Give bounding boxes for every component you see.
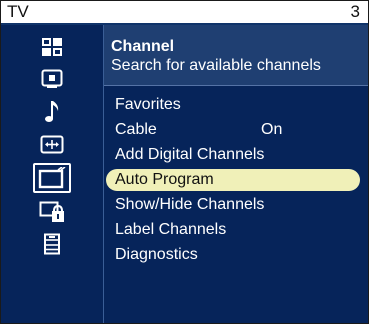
section-subtitle: Search for available channels <box>111 57 321 74</box>
channel-menu: Favorites Cable On Add Digital Channels … <box>104 92 368 267</box>
selected-box <box>33 163 71 193</box>
section-title: Channel <box>111 38 175 55</box>
menu-item-label: Cable <box>115 121 157 138</box>
sidebar-item-setup[interactable] <box>1 227 103 261</box>
menu-item-auto-program[interactable]: Auto Program <box>106 169 360 191</box>
menu-item-label: Auto Program <box>115 171 214 188</box>
top-bar: TV 3 <box>1 1 368 25</box>
sidebar <box>1 25 104 323</box>
picture-grid-icon <box>41 37 63 57</box>
menu-item-label: Show/Hide Channels <box>115 196 265 213</box>
menu-item-diagnostics[interactable]: Diagnostics <box>104 242 368 267</box>
aspect-arrows-icon <box>40 135 64 155</box>
menu-item-show-hide-channels[interactable]: Show/Hide Channels <box>104 192 368 217</box>
window-title: TV <box>7 2 29 21</box>
content-panel: Channel Search for available channels Fa… <box>104 25 368 323</box>
setup-list-icon <box>43 233 61 255</box>
lock-icon <box>39 201 65 223</box>
sidebar-item-sound[interactable] <box>1 95 103 129</box>
menu-item-label: Favorites <box>115 96 181 113</box>
menu-item-add-digital-channels[interactable]: Add Digital Channels <box>104 142 368 167</box>
sidebar-item-screen[interactable] <box>1 62 103 96</box>
music-note-icon <box>41 99 63 125</box>
tv-menu-window: TV 3 Channel Search for available channe… <box>0 0 369 324</box>
page-number: 3 <box>350 2 360 21</box>
cable-value: On <box>261 121 283 138</box>
menu-item-label-channels[interactable]: Label Channels <box>104 217 368 242</box>
section-header: Channel Search for available channels <box>104 25 368 86</box>
screen-icon <box>41 69 63 89</box>
sidebar-item-channel[interactable] <box>1 161 103 195</box>
channel-tv-icon <box>38 167 66 189</box>
menu-item-label: Label Channels <box>115 221 227 238</box>
menu-item-favorites[interactable]: Favorites <box>104 92 368 117</box>
sidebar-item-picture[interactable] <box>1 30 103 64</box>
menu-item-label: Diagnostics <box>115 246 198 263</box>
sidebar-item-aspect[interactable] <box>1 128 103 162</box>
menu-item-cable[interactable]: Cable On <box>104 117 368 142</box>
menu-item-label: Add Digital Channels <box>115 146 265 163</box>
sidebar-item-lock[interactable] <box>1 195 103 229</box>
